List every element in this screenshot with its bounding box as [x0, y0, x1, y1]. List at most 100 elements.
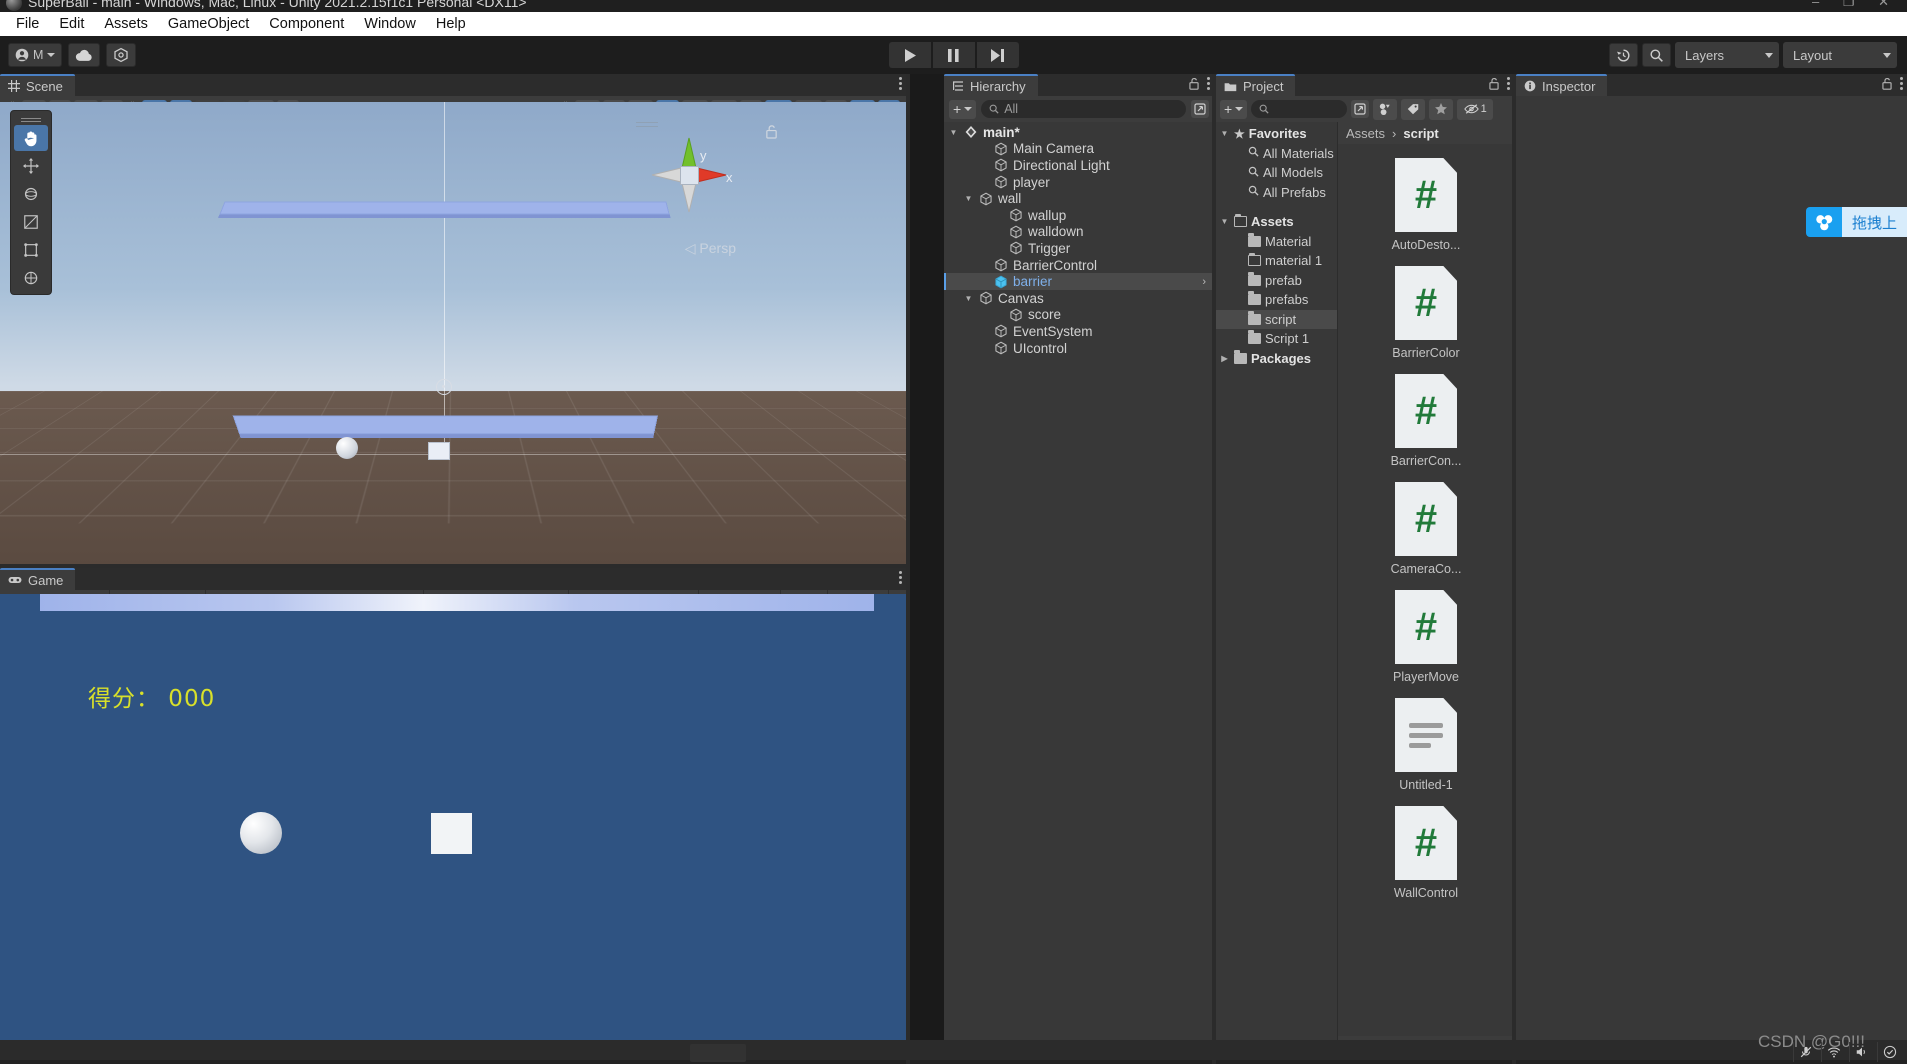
- tool-scale[interactable]: [14, 209, 48, 235]
- hierarchy-row-eventsystem[interactable]: EventSystem: [944, 323, 1214, 340]
- undo-history-button[interactable]: [1609, 43, 1638, 67]
- project-type-filter-button[interactable]: [1373, 98, 1398, 120]
- scene-object-walldown[interactable]: [232, 415, 658, 435]
- menu-window[interactable]: Window: [354, 14, 426, 34]
- menu-file[interactable]: File: [6, 14, 49, 34]
- hierarchy-search-expand-button[interactable]: [1191, 100, 1209, 118]
- project-tree-row-all-prefabs[interactable]: All Prefabs: [1216, 183, 1337, 203]
- layers-dropdown[interactable]: Layers: [1675, 42, 1779, 68]
- step-button[interactable]: [976, 42, 1019, 68]
- asset-item[interactable]: # PlayerMove: [1338, 590, 1514, 684]
- asset-grid[interactable]: # AutoDesto... # BarrierColor # BarrierCon...…: [1338, 144, 1514, 1036]
- tab-scene[interactable]: Scene: [0, 74, 75, 96]
- hierarchy-row-player[interactable]: player: [944, 174, 1214, 191]
- tool-transform[interactable]: [14, 265, 48, 291]
- hierarchy-row-wall[interactable]: ▼ wall: [944, 190, 1214, 207]
- menu-component[interactable]: Component: [259, 14, 354, 34]
- kebab-icon[interactable]: [899, 77, 902, 90]
- project-tree-row-material-1[interactable]: material 1: [1216, 251, 1337, 271]
- tool-rect[interactable]: [14, 237, 48, 263]
- palette-grip[interactable]: [14, 114, 48, 123]
- layout-dropdown[interactable]: Layout: [1783, 42, 1897, 68]
- play-button[interactable]: [888, 42, 931, 68]
- project-tree-row-all-models[interactable]: All Models: [1216, 163, 1337, 183]
- disclosure-triangle-icon[interactable]: ▼: [963, 294, 974, 303]
- asset-item[interactable]: # AutoDesto...: [1338, 158, 1514, 252]
- taskbar-window-button[interactable]: [690, 1044, 746, 1062]
- check-icon[interactable]: [1877, 1042, 1901, 1062]
- project-tree-row-assets[interactable]: ▼ Assets: [1216, 212, 1337, 232]
- asset-item[interactable]: # CameraCo...: [1338, 482, 1514, 576]
- splitter-scene-game[interactable]: [0, 564, 906, 568]
- hierarchy-search-input[interactable]: All: [981, 100, 1186, 118]
- project-add-button[interactable]: +: [1220, 99, 1248, 119]
- project-label-filter-button[interactable]: [1401, 98, 1426, 120]
- project-hidden-toggle[interactable]: 1: [1457, 98, 1494, 120]
- menu-gameobject[interactable]: GameObject: [158, 14, 259, 34]
- asset-item[interactable]: # WallControl: [1338, 806, 1514, 900]
- scene-object-player[interactable]: [336, 437, 358, 459]
- project-tree-row-script[interactable]: script: [1216, 309, 1337, 329]
- disclosure-triangle-icon[interactable]: ▼: [1219, 129, 1230, 138]
- services-button[interactable]: [106, 43, 137, 67]
- hierarchy-row-barrier[interactable]: barrier ›: [944, 273, 1214, 290]
- tool-move[interactable]: [14, 153, 48, 179]
- hierarchy-row-walldown[interactable]: walldown: [944, 224, 1214, 241]
- project-tree-row-prefab[interactable]: prefab: [1216, 271, 1337, 291]
- gizmo-center-cube[interactable]: [680, 166, 699, 185]
- disclosure-triangle-icon[interactable]: ▶: [1219, 354, 1230, 363]
- scene-orientation-gizmo[interactable]: y x: [634, 120, 744, 230]
- kebab-icon[interactable]: [1900, 77, 1903, 90]
- window-controls[interactable]: – ❐ ✕: [1812, 0, 1899, 8]
- hierarchy-row-directional-light[interactable]: Directional Light: [944, 157, 1214, 174]
- kebab-icon[interactable]: [1507, 77, 1510, 90]
- asset-item[interactable]: Untitled-1: [1338, 698, 1514, 792]
- project-tree-row-prefabs[interactable]: prefabs: [1216, 290, 1337, 310]
- account-button[interactable]: M: [8, 43, 63, 67]
- breadcrumb-current[interactable]: script: [1403, 126, 1438, 141]
- project-tree-row-all-materials[interactable]: All Materials: [1216, 144, 1337, 164]
- asset-item[interactable]: # BarrierCon...: [1338, 374, 1514, 468]
- mic-off-icon[interactable]: [1793, 1042, 1817, 1062]
- tab-project[interactable]: Project: [1216, 74, 1296, 96]
- hierarchy-row-uicontrol[interactable]: UIcontrol: [944, 340, 1214, 357]
- project-tree-row-favorites[interactable]: ▼ ★ Favorites: [1216, 124, 1337, 144]
- project-search-input[interactable]: [1251, 100, 1348, 118]
- scene-object-barrier[interactable]: [428, 442, 450, 460]
- hierarchy-row-main-camera[interactable]: Main Camera: [944, 141, 1214, 158]
- project-tree-row-material[interactable]: Material: [1216, 232, 1337, 252]
- menu-edit[interactable]: Edit: [49, 14, 94, 34]
- project-favorites-button[interactable]: [1429, 98, 1454, 120]
- open-prefab-chevron-icon[interactable]: ›: [1202, 276, 1206, 288]
- project-search-expand-button[interactable]: [1351, 100, 1370, 118]
- kebab-icon[interactable]: [899, 571, 902, 584]
- hierarchy-add-button[interactable]: +: [949, 99, 977, 119]
- disclosure-triangle-icon[interactable]: ▼: [963, 194, 974, 203]
- network-icon[interactable]: [1821, 1042, 1845, 1062]
- scene-object-wallup[interactable]: [219, 201, 670, 215]
- lock-open-icon[interactable]: [1881, 77, 1893, 90]
- tab-hierarchy[interactable]: Hierarchy: [944, 74, 1038, 96]
- menu-assets[interactable]: Assets: [94, 14, 158, 34]
- hierarchy-row-wallup[interactable]: wallup: [944, 207, 1214, 224]
- splitter-hierarchy-project[interactable]: [1212, 74, 1216, 1064]
- project-tree-row-packages[interactable]: ▶ Packages: [1216, 349, 1337, 369]
- baidu-netdisk-overlay[interactable]: 拖拽上: [1805, 207, 1907, 237]
- project-tree-row-script-1[interactable]: Script 1: [1216, 329, 1337, 349]
- cloud-button[interactable]: [68, 43, 101, 67]
- search-button[interactable]: [1642, 43, 1671, 67]
- hierarchy-row-score[interactable]: score: [944, 307, 1214, 324]
- splitter-project-inspector[interactable]: [1512, 74, 1516, 1064]
- disclosure-triangle-icon[interactable]: ▼: [1219, 217, 1230, 226]
- tab-game[interactable]: Game: [0, 568, 76, 590]
- scene-projection-label[interactable]: ◁ Persp: [685, 240, 736, 257]
- scene-viewport[interactable]: y x ◁ Persp: [0, 102, 906, 568]
- tool-hand[interactable]: [14, 125, 48, 151]
- splitter-scene-hierarchy[interactable]: [906, 74, 910, 1064]
- kebab-icon[interactable]: [1207, 77, 1210, 90]
- lock-open-icon[interactable]: [1188, 77, 1200, 90]
- hierarchy-row-canvas[interactable]: ▼ Canvas: [944, 290, 1214, 307]
- volume-icon[interactable]: [1849, 1042, 1873, 1062]
- hierarchy-row-trigger[interactable]: Trigger: [944, 240, 1214, 257]
- hierarchy-row-barriercontrol[interactable]: BarrierControl: [944, 257, 1214, 274]
